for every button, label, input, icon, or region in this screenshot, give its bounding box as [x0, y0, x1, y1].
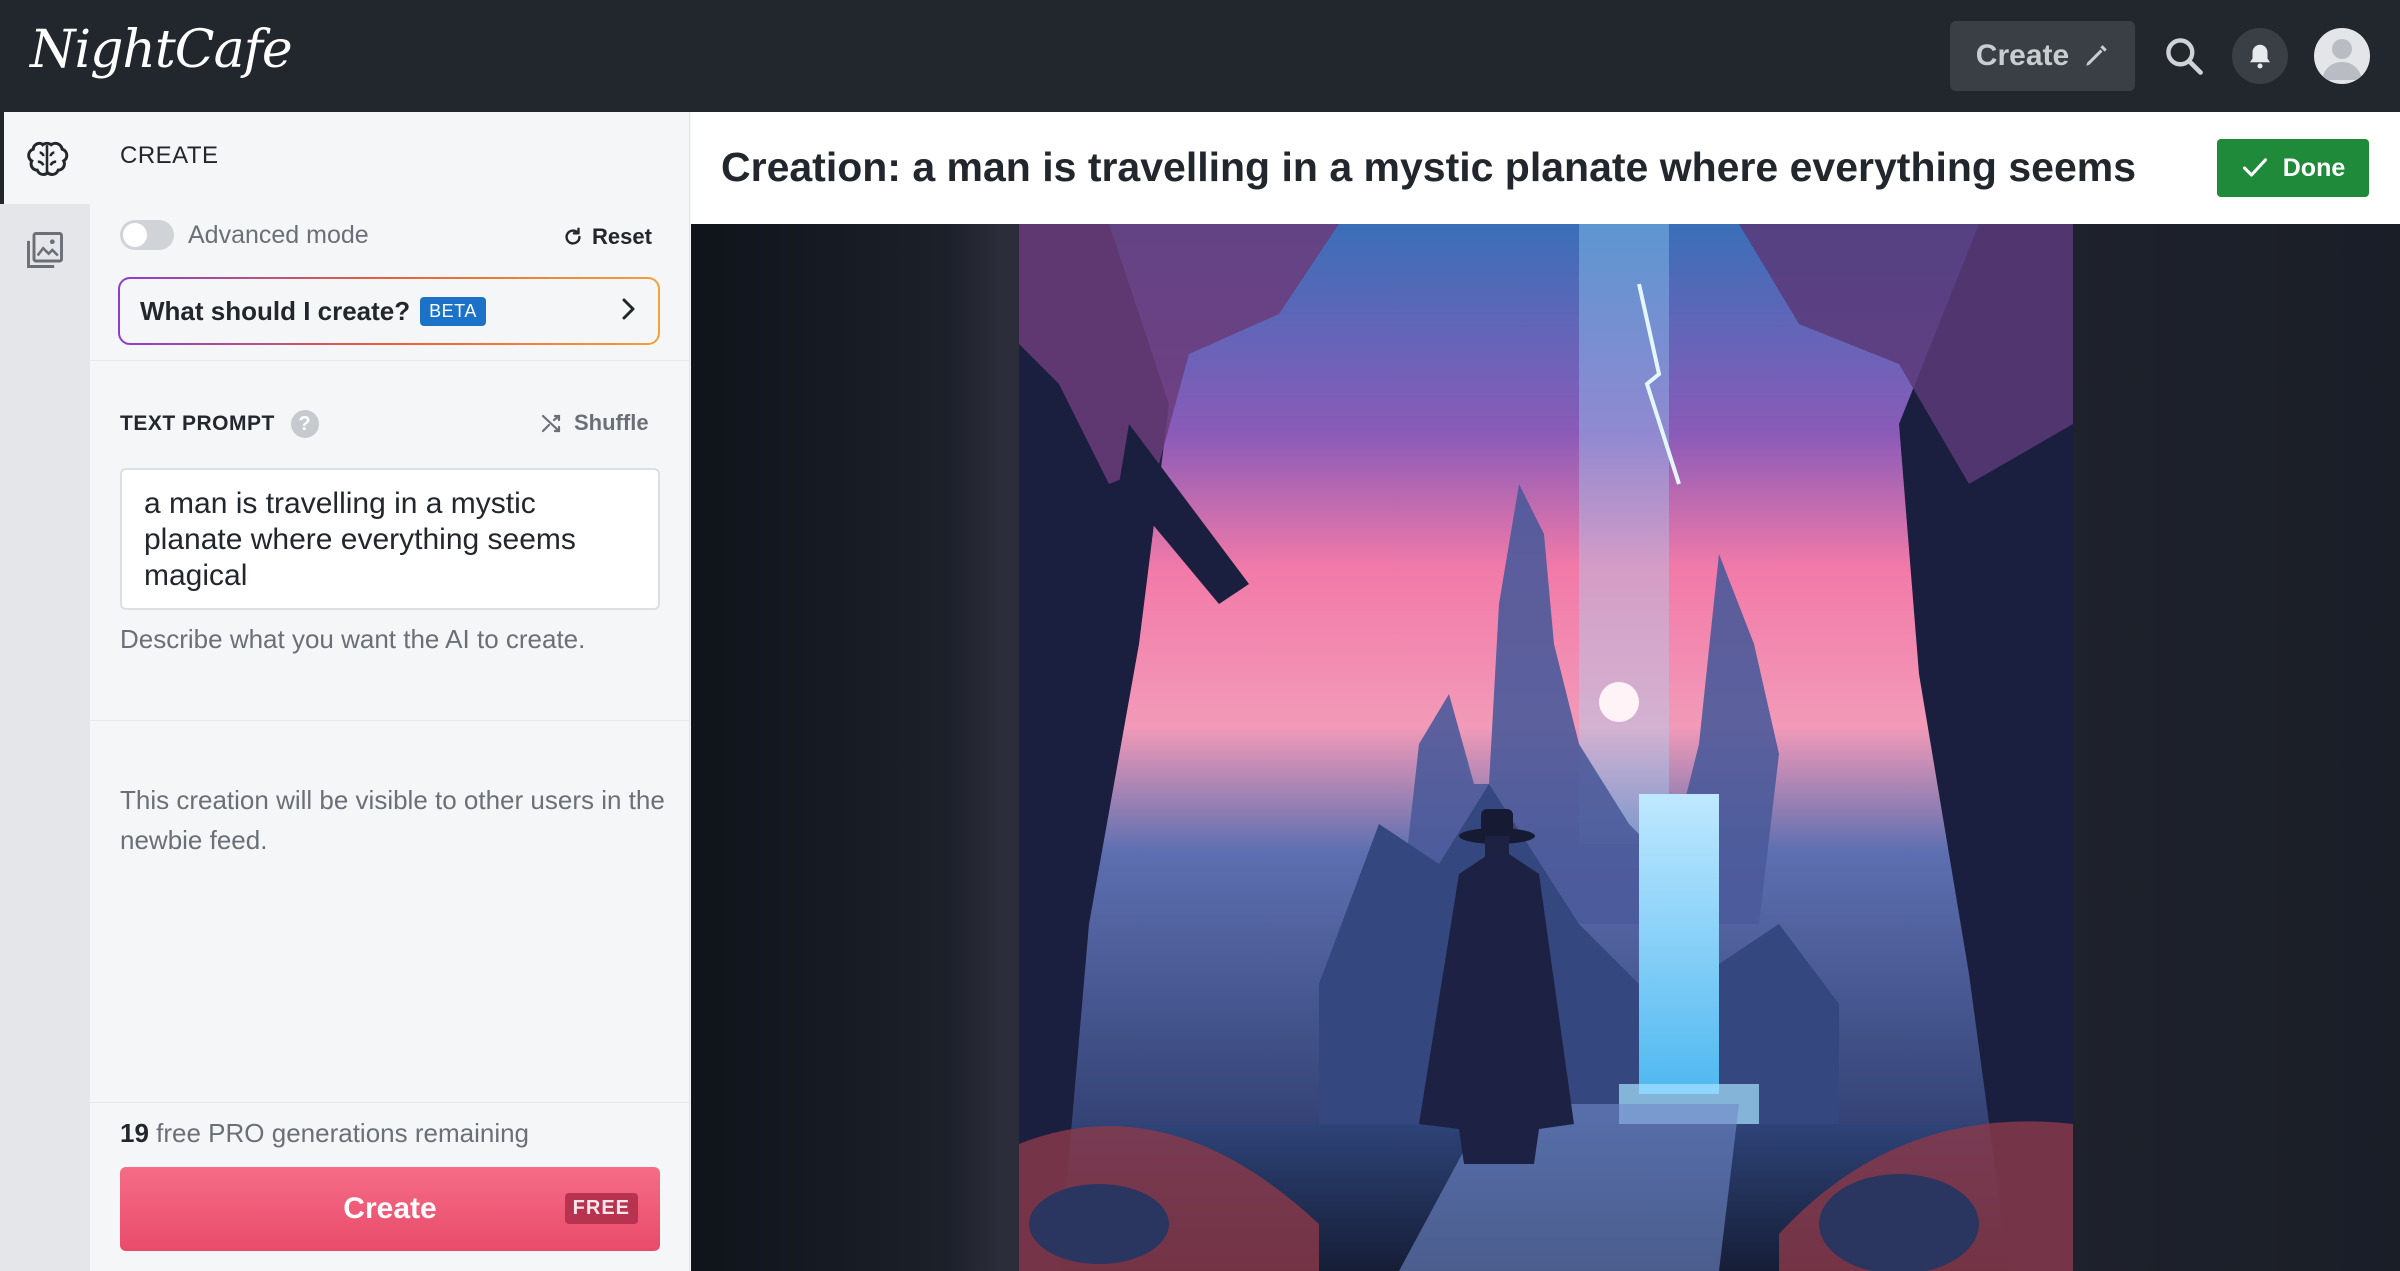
create-button-label: Create: [343, 1192, 437, 1225]
divider: [90, 720, 690, 721]
shuffle-label: Shuffle: [574, 410, 649, 435]
creation-title: Creation: a man is travelling in a mysti…: [721, 144, 2141, 190]
creation-image[interactable]: [1019, 224, 2073, 1271]
text-prompt-label: TEXT PROMPT: [120, 412, 275, 435]
check-icon: [2242, 158, 2267, 177]
top-bar: NightCafe Create: [0, 0, 2400, 112]
shuffle-button[interactable]: Shuffle: [540, 410, 649, 436]
bell-icon: [2250, 44, 2270, 69]
what-should-i-create-button[interactable]: What should I create? BETA: [118, 277, 660, 345]
reset-label: Reset: [592, 224, 652, 249]
panel-title: CREATE: [120, 142, 219, 169]
divider: [90, 360, 690, 361]
text-prompt-hint: Describe what you want the AI to create.: [120, 624, 586, 654]
chevron-right-icon: [622, 298, 635, 320]
done-label: Done: [2282, 153, 2346, 182]
done-button[interactable]: Done: [2217, 139, 2369, 197]
nightcafe-logo[interactable]: NightCafe: [30, 20, 293, 80]
visibility-note: This creation will be visible to other u…: [120, 785, 665, 855]
remaining-count: 19: [120, 1118, 149, 1148]
side-rail: [0, 112, 90, 1271]
gallery-icon: [27, 232, 63, 268]
top-create-label: Create: [1975, 39, 2070, 72]
remaining-text: free PRO generations remaining: [156, 1118, 530, 1148]
text-prompt-heading: TEXT PROMPT ?: [120, 410, 319, 438]
remaining-generations: 19 free PRO generations remaining: [120, 1118, 529, 1149]
help-icon[interactable]: ?: [290, 410, 319, 438]
refresh-icon: [565, 227, 581, 245]
pencil-icon: [2086, 45, 2108, 66]
beta-badge: BETA: [420, 296, 486, 326]
text-prompt-input[interactable]: a man is travelling in a mystic planate …: [120, 468, 660, 610]
rail-item-gallery[interactable]: [0, 204, 90, 296]
create-button[interactable]: Create FREE: [120, 1167, 660, 1251]
avatar[interactable]: [2314, 28, 2370, 84]
shuffle-icon: [541, 414, 561, 433]
divider: [90, 1102, 690, 1103]
brain-icon: [27, 141, 69, 176]
free-badge: FREE: [564, 1193, 638, 1224]
top-create-button[interactable]: Create: [1950, 21, 2135, 91]
what-should-i-create-label: What should I create?: [140, 295, 411, 326]
create-panel: CREATE Advanced mode Reset What should I…: [90, 112, 690, 1271]
advanced-mode-row: Advanced mode: [120, 220, 369, 250]
user-avatar-icon: [2322, 39, 2362, 80]
rail-item-create[interactable]: [0, 112, 90, 204]
notifications-button[interactable]: [2232, 28, 2288, 84]
image-stage: [691, 224, 2400, 1271]
creation-header: Creation: a man is travelling in a mysti…: [691, 112, 2400, 224]
reset-button[interactable]: Reset: [562, 224, 652, 250]
advanced-mode-label: Advanced mode: [188, 220, 369, 249]
search-icon[interactable]: [2162, 34, 2206, 78]
advanced-mode-toggle[interactable]: [120, 220, 174, 250]
